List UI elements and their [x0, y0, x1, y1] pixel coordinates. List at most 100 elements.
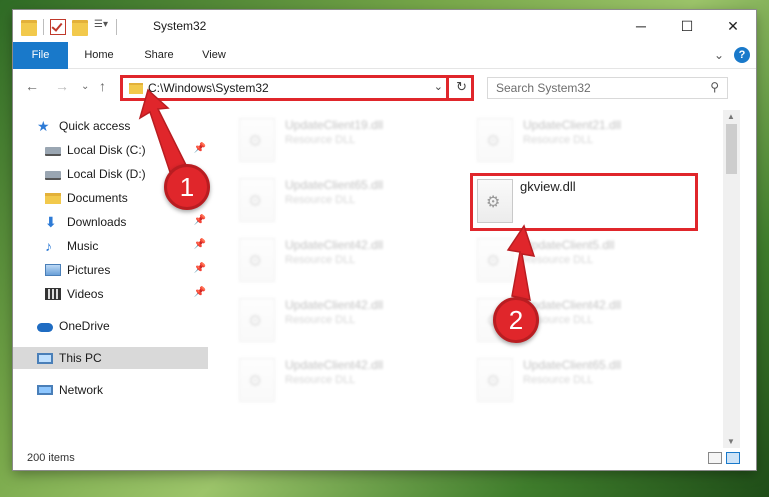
nav-item-pictures[interactable]: Pictures 📌	[13, 259, 208, 281]
details-view-icon[interactable]	[708, 452, 722, 464]
window-controls: ─ ☐ ✕	[618, 10, 756, 42]
customize-icon[interactable]: ☰▾	[94, 19, 110, 35]
folder-icon[interactable]	[21, 20, 37, 36]
navigation-row: ← → ⌄ ↑ C:\Windows\System32 ⌄ ↻ Search S…	[13, 72, 756, 104]
refresh-icon[interactable]: ↻	[456, 79, 467, 95]
network-icon	[37, 385, 53, 395]
ribbon-tabs: File Home Share View ⌄ ?	[13, 42, 756, 69]
scrollbar-thumb[interactable]	[726, 124, 737, 174]
file-type: Resource DLL	[523, 254, 594, 266]
status-bar: 200 items	[13, 448, 756, 470]
file-item[interactable]: UpdateClient42.dll Resource DLL	[235, 354, 465, 408]
file-item-gkview[interactable]: gkview.dll	[470, 173, 698, 231]
file-name: UpdateClient65.dll	[523, 358, 622, 372]
tab-home[interactable]: Home	[74, 42, 124, 69]
file-name: UpdateClient42.dll	[285, 358, 384, 372]
minimize-button[interactable]: ─	[618, 10, 664, 42]
videos-icon	[45, 288, 61, 300]
file-type: Resource DLL	[285, 194, 356, 206]
dll-file-icon	[239, 238, 275, 282]
up-button[interactable]: ↑	[99, 78, 106, 94]
address-divider	[446, 78, 449, 98]
file-name: UpdateClient21.dll	[523, 118, 622, 132]
vertical-scrollbar[interactable]: ▲ ▼	[723, 110, 740, 448]
nav-item-label: Pictures	[67, 263, 111, 277]
properties-icon[interactable]	[50, 19, 66, 35]
nav-item-videos[interactable]: Videos 📌	[13, 283, 208, 305]
pin-icon[interactable]: 📌	[194, 143, 206, 154]
new-folder-icon[interactable]	[72, 20, 88, 36]
tab-view[interactable]: View	[189, 42, 239, 69]
disk-icon	[45, 171, 61, 180]
tab-file[interactable]: File	[13, 42, 68, 69]
pin-icon[interactable]: 📌	[194, 239, 206, 250]
pictures-icon	[45, 264, 61, 276]
pin-icon[interactable]: 📌	[194, 263, 206, 274]
dll-file-icon	[239, 178, 275, 222]
file-name: UpdateClient19.dll	[285, 118, 384, 132]
address-bar[interactable]: C:\Windows\System32 ⌄ ↻	[120, 75, 474, 101]
file-item[interactable]: UpdateClient5.dll Resource DLL	[473, 234, 703, 288]
dll-file-icon	[477, 118, 513, 162]
dll-file-icon	[239, 118, 275, 162]
nav-item-local-disk-c[interactable]: Local Disk (C:) 📌	[13, 139, 208, 161]
nav-item-label: Local Disk (C:)	[67, 143, 146, 157]
nav-item-label: Local Disk (D:)	[67, 167, 146, 181]
address-dropdown-icon[interactable]: ⌄	[434, 80, 443, 93]
pin-icon[interactable]: 📌	[194, 215, 206, 226]
toolbar-separator	[116, 19, 117, 35]
file-type: Resource DLL	[523, 374, 594, 386]
file-item[interactable]: UpdateClient42.dll Resource DLL	[235, 294, 465, 348]
file-name: UpdateClient42.dll	[285, 238, 384, 252]
scroll-up-icon[interactable]: ▲	[727, 112, 735, 121]
nav-item-label: Videos	[67, 287, 104, 301]
nav-item-music[interactable]: ♪ Music 📌	[13, 235, 208, 257]
nav-item-this-pc[interactable]: This PC	[13, 347, 208, 369]
file-item[interactable]: UpdateClient42.dll Resource DLL	[235, 234, 465, 288]
file-explorer-window: ☰▾ System32 ─ ☐ ✕ File Home Share View ⌄…	[13, 10, 756, 470]
file-item[interactable]: UpdateClient19.dll Resource DLL	[235, 114, 465, 168]
scroll-down-icon[interactable]: ▼	[727, 437, 735, 446]
music-icon: ♪	[45, 238, 52, 254]
pin-icon[interactable]: 📌	[194, 287, 206, 298]
file-type: Resource DLL	[285, 374, 356, 386]
recent-locations-button[interactable]: ⌄	[81, 81, 89, 92]
file-type: Resource DLL	[523, 134, 594, 146]
file-name: UpdateClient42.dll	[523, 298, 622, 312]
file-item[interactable]: UpdateClient65.dll Resource DLL	[473, 354, 703, 408]
file-item[interactable]: UpdateClient65.dll Resource DLL	[235, 174, 465, 228]
nav-item-label: Documents	[67, 191, 128, 205]
expand-ribbon-icon[interactable]: ⌄	[714, 48, 724, 62]
file-list: UpdateClient19.dll Resource DLL UpdateCl…	[209, 110, 741, 448]
back-button[interactable]: ←	[25, 78, 39, 94]
nav-item-quick-access[interactable]: ★ Quick access	[13, 115, 208, 137]
address-path[interactable]: C:\Windows\System32	[148, 81, 269, 95]
forward-button[interactable]: →	[55, 78, 69, 94]
close-button[interactable]: ✕	[710, 10, 756, 42]
maximize-button[interactable]: ☐	[664, 10, 710, 42]
nav-item-onedrive[interactable]: OneDrive	[13, 315, 208, 337]
dll-file-icon	[239, 298, 275, 342]
search-box[interactable]: Search System32 ⚲	[487, 77, 728, 99]
file-item[interactable]: UpdateClient21.dll Resource DLL	[473, 114, 703, 168]
file-name: UpdateClient5.dll	[523, 238, 615, 252]
file-name: gkview.dll	[520, 179, 576, 194]
file-type: Resource DLL	[285, 134, 356, 146]
file-name: UpdateClient42.dll	[285, 298, 384, 312]
large-icons-view-icon[interactable]	[726, 452, 740, 464]
nav-item-network[interactable]: Network	[13, 379, 208, 401]
help-icon[interactable]: ?	[734, 47, 750, 63]
nav-item-downloads[interactable]: ⬇ Downloads 📌	[13, 211, 208, 233]
star-icon: ★	[37, 118, 50, 134]
download-icon: ⬇	[45, 214, 57, 230]
folder-icon	[129, 83, 143, 94]
step-badge-2: 2	[493, 297, 539, 343]
tab-share[interactable]: Share	[134, 42, 184, 69]
ribbon-right-controls: ⌄ ?	[714, 47, 750, 63]
window-title: System32	[153, 19, 207, 33]
nav-item-label: OneDrive	[59, 319, 110, 333]
cloud-icon	[37, 323, 53, 332]
search-placeholder: Search System32	[496, 81, 591, 95]
dll-file-icon	[477, 179, 513, 223]
file-type: Resource DLL	[285, 314, 356, 326]
